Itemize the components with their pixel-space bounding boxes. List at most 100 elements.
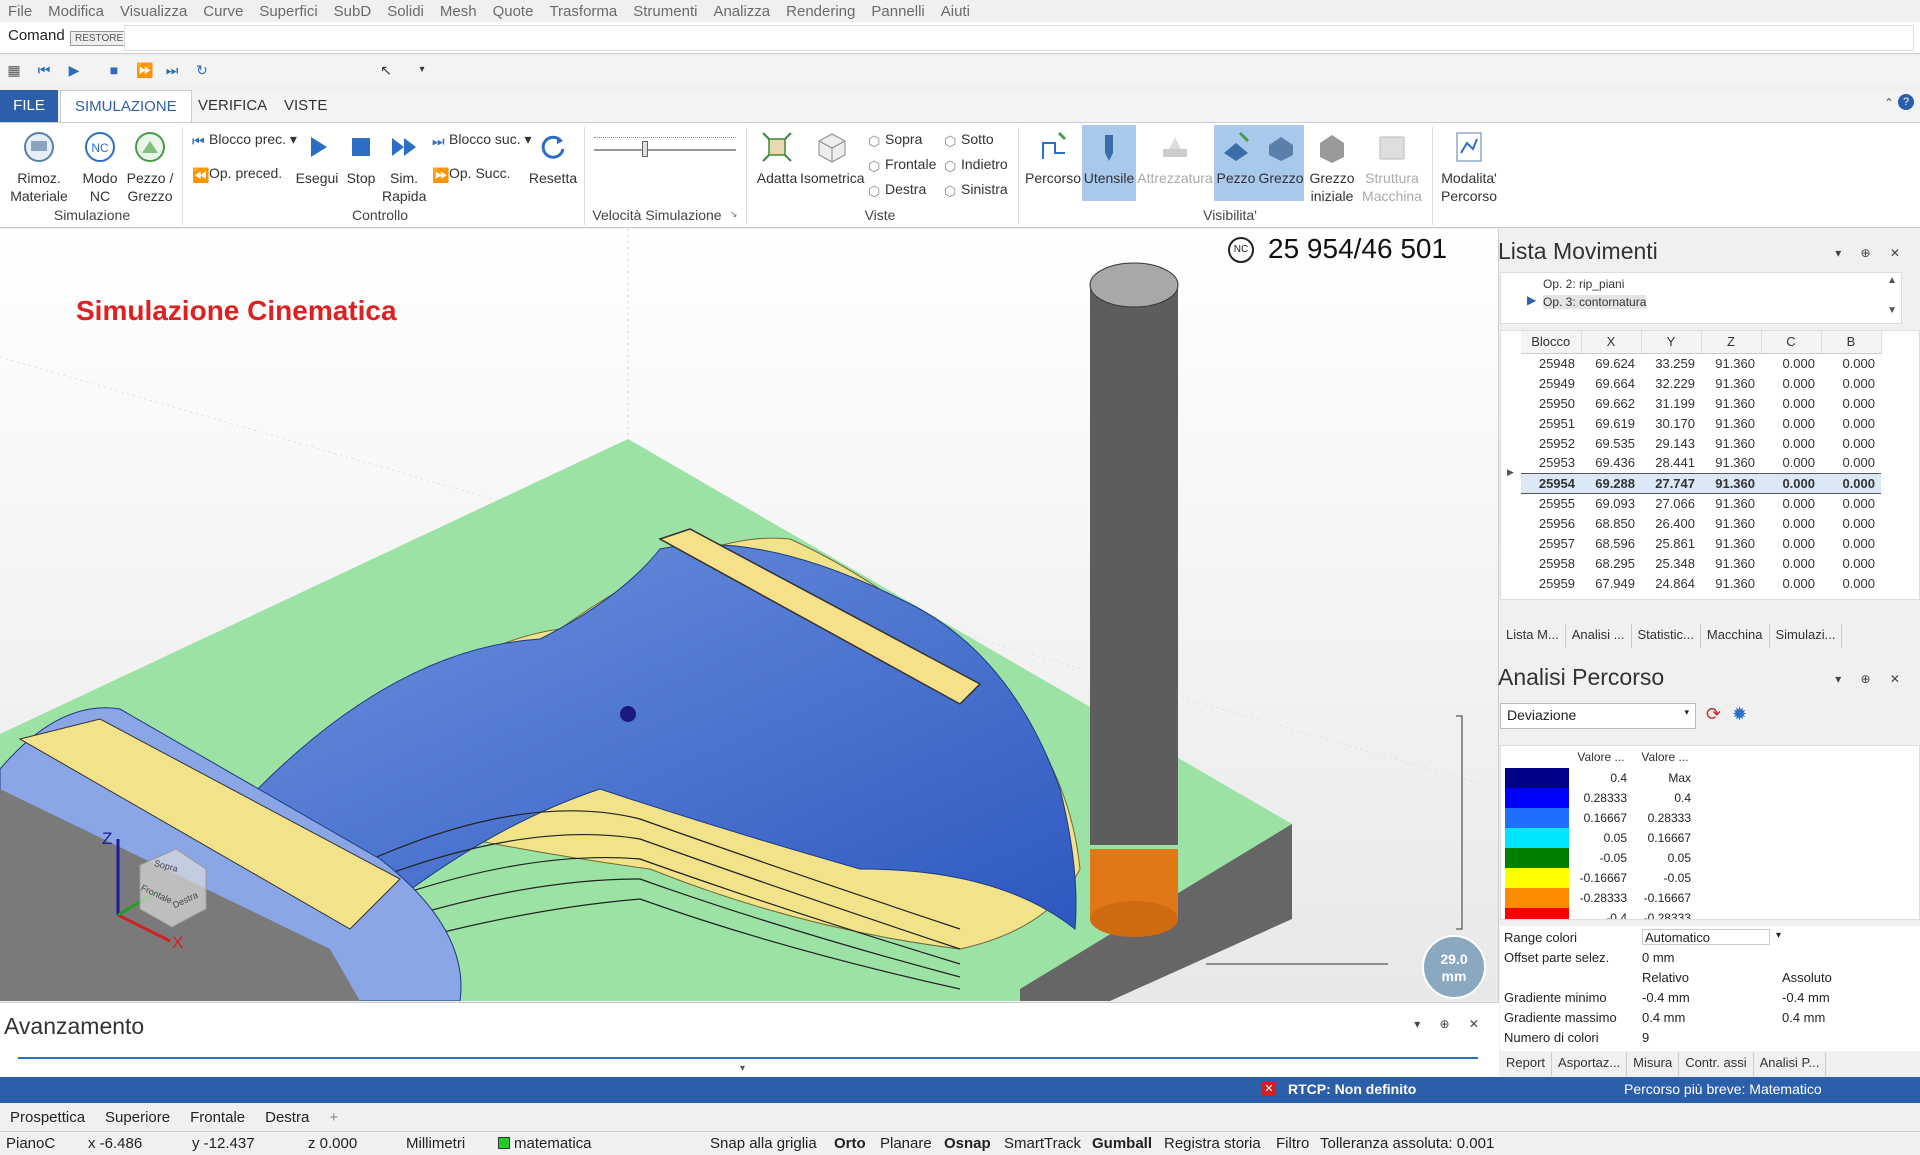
scroll-up-icon[interactable]: ▲	[1887, 275, 1897, 286]
menu-strumenti[interactable]: Strumenti	[625, 3, 705, 20]
3d-viewport[interactable]: Simulazione Cinematica NC 25 954/46 501 …	[0, 229, 1499, 1001]
add-viewport-icon[interactable]: +	[319, 1109, 348, 1126]
panel-tab[interactable]: Asportaz...	[1552, 1052, 1628, 1076]
menu-superfici[interactable]: Superfici	[251, 3, 325, 20]
percorso-button[interactable]: Percorso	[1024, 129, 1082, 187]
column-header-z[interactable]: Z	[1701, 331, 1762, 354]
dialog-launcher-icon[interactable]: ↘	[730, 209, 738, 220]
menu-quote[interactable]: Quote	[485, 3, 542, 20]
menu-solidi[interactable]: Solidi	[379, 3, 432, 20]
menu-analizza[interactable]: Analizza	[705, 3, 778, 20]
scroll-down-icon[interactable]: ▼	[1887, 305, 1897, 316]
progress-bar[interactable]	[18, 1057, 1478, 1059]
modo-nc-button[interactable]: NC Modo NC	[76, 129, 124, 205]
utensile-button[interactable]: Utensile	[1082, 125, 1136, 201]
view-frontale-button[interactable]: ⬡ Frontale	[868, 154, 936, 174]
sim-rapida-button[interactable]: Sim. Rapida	[382, 129, 426, 205]
grezzo-iniziale-button[interactable]: Grezzo iniziale	[1306, 129, 1358, 205]
table-row[interactable]: 25951 69.619 30.170 91.360 0.000 0.000	[1521, 413, 1881, 433]
stop-button[interactable]: Stop	[342, 129, 380, 187]
command-input[interactable]	[124, 25, 1914, 51]
table-row[interactable]: 25953 69.436 28.441 91.360 0.000 0.000	[1521, 453, 1881, 473]
fast-forward-icon[interactable]: ⏩	[136, 62, 153, 78]
menu-curve[interactable]: Curve	[195, 3, 251, 20]
stop-icon[interactable]: ■	[106, 62, 122, 78]
status-units[interactable]: Millimetri	[406, 1135, 465, 1152]
offset-value[interactable]: 0 mm	[1642, 950, 1675, 965]
viewtab-frontale[interactable]: Frontale	[180, 1109, 255, 1126]
menu-visualizza[interactable]: Visualizza	[112, 3, 195, 20]
table-row[interactable]: 25954 69.288 27.747 91.360 0.000 0.000	[1521, 472, 1881, 494]
panel-tab[interactable]: Macchina	[1701, 624, 1770, 648]
panel-tab[interactable]: Misura	[1627, 1052, 1680, 1076]
panel-tab[interactable]: Lista M...	[1500, 624, 1566, 648]
menu-aiuti[interactable]: Aiuti	[933, 3, 978, 20]
view-indietro-button[interactable]: ⬡ Indietro	[944, 154, 1008, 174]
menu-modifica[interactable]: Modifica	[40, 3, 112, 20]
table-row[interactable]: 25949 69.664 32.229 91.360 0.000 0.000	[1521, 373, 1881, 393]
panel-tab[interactable]: Simulazi...	[1770, 624, 1843, 648]
panel-tab[interactable]: Contr. assi	[1679, 1052, 1754, 1076]
rimoz-materiale-button[interactable]: Rimoz. Materiale	[6, 129, 72, 205]
viewtab-superiore[interactable]: Superiore	[95, 1109, 180, 1126]
numero-colori-value[interactable]: 9	[1642, 1030, 1649, 1045]
view-sotto-button[interactable]: ⬡ Sotto	[944, 129, 994, 149]
resetta-button[interactable]: Resetta	[526, 129, 580, 187]
tab-verifica[interactable]: VERIFICA	[184, 90, 281, 122]
reset-icon[interactable]: ↻	[194, 62, 210, 78]
op-preced-button[interactable]: ⏪Op. preced.	[192, 163, 282, 183]
table-row[interactable]: 25959 67.949 24.864 91.360 0.000 0.000	[1521, 573, 1881, 593]
table-row[interactable]: 25957 68.596 25.861 91.360 0.000 0.000	[1521, 533, 1881, 553]
gradiente-max-ass[interactable]: 0.4 mm	[1782, 1010, 1825, 1025]
settings-icon[interactable]: ✹	[1732, 704, 1747, 725]
viewtab-destra[interactable]: Destra	[255, 1109, 319, 1126]
status-registra[interactable]: Registra storia	[1164, 1135, 1261, 1152]
table-row[interactable]: 25956 68.850 26.400 91.360 0.000 0.000	[1521, 513, 1881, 533]
table-row[interactable]: 25955 69.093 27.066 91.360 0.000 0.000	[1521, 493, 1881, 513]
table-row[interactable]: 25950 69.662 31.199 91.360 0.000 0.000	[1521, 393, 1881, 413]
chevron-down-icon[interactable]: ▾	[1776, 930, 1781, 941]
tab-simulazione[interactable]: SIMULAZIONE	[60, 90, 192, 123]
tree-item-op2[interactable]: Op. 2: rip_piani	[1543, 277, 1624, 291]
column-header-x[interactable]: X	[1581, 331, 1642, 354]
menu-pannelli[interactable]: Pannelli	[863, 3, 932, 20]
modalita-percorso-button[interactable]: Modalita' Percorso	[1438, 129, 1500, 205]
status-filtro[interactable]: Filtro	[1276, 1135, 1309, 1152]
pezzo-button[interactable]: Pezzo	[1214, 125, 1258, 201]
panel-tab[interactable]: Report	[1500, 1052, 1553, 1076]
isometrica-button[interactable]: Isometrica	[800, 129, 865, 187]
status-orto[interactable]: Orto	[834, 1135, 866, 1152]
status-osnap[interactable]: Osnap	[944, 1135, 991, 1152]
view-destra-button[interactable]: ⬡ Destra	[868, 179, 926, 199]
column-header-y[interactable]: Y	[1641, 331, 1702, 354]
panel-controls[interactable]: ▾ ⊕ ✕	[1835, 246, 1908, 260]
status-snap[interactable]: Snap alla griglia	[710, 1135, 817, 1152]
table-row[interactable]: 25952 69.535 29.143 91.360 0.000 0.000	[1521, 433, 1881, 453]
menu-mesh[interactable]: Mesh	[432, 3, 485, 20]
dropdown-icon[interactable]: ▾	[414, 62, 430, 78]
menu-subd[interactable]: SubD	[326, 3, 380, 20]
tab-viste[interactable]: VISTE	[270, 90, 341, 122]
expand-icon[interactable]: ▾	[740, 1063, 745, 1074]
panel-controls[interactable]: ▾ ⊕ ✕	[1835, 672, 1908, 686]
restore-button[interactable]: RESTORE	[70, 31, 129, 46]
pezzo-grezzo-button[interactable]: Pezzo / Grezzo	[124, 129, 176, 205]
panel-tab[interactable]: Analisi ...	[1566, 624, 1632, 648]
table-row[interactable]: 25958 68.295 25.348 91.360 0.000 0.000	[1521, 553, 1881, 573]
view-sinistra-button[interactable]: ⬡ Sinistra	[944, 179, 1008, 199]
analysis-type-select[interactable]: Deviazione ▾	[1500, 703, 1696, 729]
gradiente-min-rel[interactable]: -0.4 mm	[1642, 990, 1690, 1005]
gradiente-min-ass[interactable]: -0.4 mm	[1782, 990, 1830, 1005]
status-gumball[interactable]: Gumball	[1092, 1135, 1152, 1152]
op-succ-button[interactable]: ⏩Op. Succ.	[432, 163, 510, 183]
help-icon[interactable]: ?	[1898, 94, 1914, 110]
tab-file[interactable]: FILE	[0, 90, 58, 122]
status-smarttrack[interactable]: SmartTrack	[1004, 1135, 1081, 1152]
status-layer[interactable]: matematica	[514, 1135, 592, 1152]
panel-tab[interactable]: Analisi P...	[1754, 1052, 1827, 1076]
column-header-b[interactable]: B	[1821, 331, 1882, 354]
status-plane[interactable]: PianoC	[6, 1135, 55, 1152]
movements-grid[interactable]: Blocco X Y Z C B 25948 69.624 33.259 91.360 0.000…	[1500, 330, 1920, 600]
first-icon[interactable]: ⏮	[36, 62, 52, 78]
adatta-button[interactable]: Adatta	[754, 129, 800, 187]
